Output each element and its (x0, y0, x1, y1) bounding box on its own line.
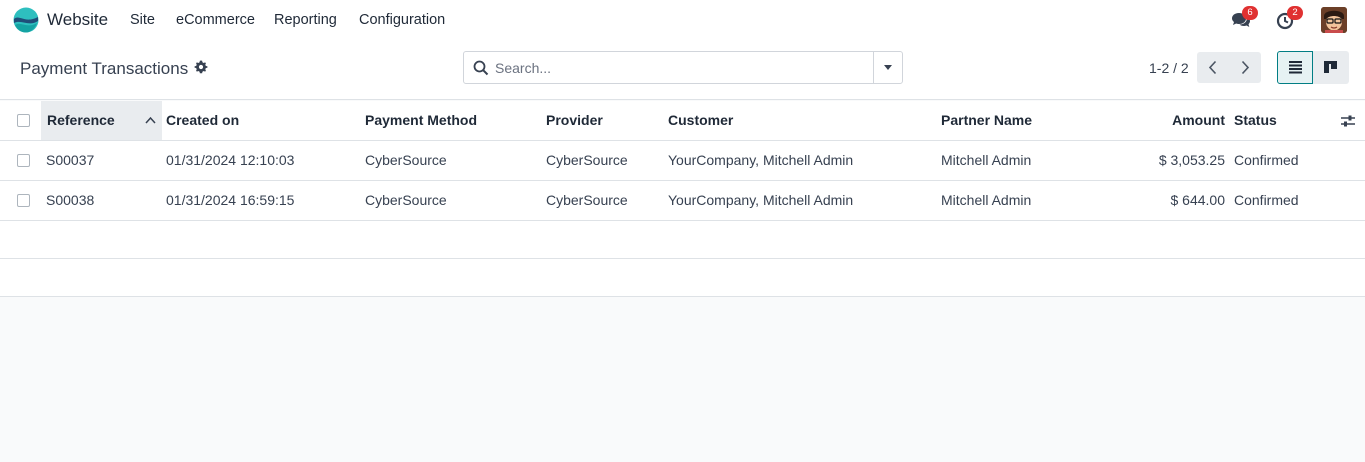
table-row[interactable]: S00038 01/31/2024 16:59:15 CyberSource C… (0, 181, 1365, 221)
sort-ascending-icon[interactable] (145, 115, 156, 126)
chevron-right-icon (1241, 60, 1250, 75)
column-header-payment-method[interactable]: Payment Method (365, 101, 477, 140)
optional-columns-icon[interactable] (1340, 113, 1356, 129)
cell-amount: $ 3,053.25 (1158, 152, 1225, 168)
search-icon (473, 60, 489, 76)
row-checkbox[interactable] (17, 194, 30, 207)
user-avatar[interactable] (1321, 7, 1347, 33)
cell-customer: YourCompany, Mitchell Admin (668, 152, 854, 168)
column-header-partner-name[interactable]: Partner Name (941, 101, 1032, 140)
menu-reporting[interactable]: Reporting (274, 12, 337, 28)
search-bar (463, 51, 903, 84)
page-title: Payment Transactions (20, 59, 189, 78)
activities-count-badge: 2 (1287, 6, 1303, 20)
caret-down-icon (884, 65, 892, 70)
app-name[interactable]: Website (47, 10, 108, 30)
row-checkbox[interactable] (17, 154, 30, 167)
cell-status: Confirmed (1234, 152, 1299, 168)
website-logo-icon[interactable] (13, 7, 39, 33)
column-header-status[interactable]: Status (1234, 101, 1277, 140)
messages-count-badge: 6 (1242, 6, 1258, 20)
gear-icon[interactable] (194, 60, 208, 74)
table-header-row: Reference Created on Payment Method Prov… (0, 101, 1365, 141)
top-navbar: Website Site eCommerce Reporting Configu… (0, 0, 1365, 40)
list-view-button[interactable] (1277, 51, 1313, 84)
cell-amount: $ 644.00 (1170, 192, 1226, 208)
cell-payment-method: CyberSource (365, 192, 447, 208)
list-view-icon (1289, 61, 1302, 74)
empty-table-row (0, 221, 1365, 259)
column-header-reference[interactable]: Reference (47, 101, 115, 140)
cell-reference: S00038 (46, 192, 95, 208)
cell-created-on: 01/31/2024 12:10:03 (166, 152, 295, 168)
table-row[interactable]: S00037 01/31/2024 12:10:03 CyberSource C… (0, 141, 1365, 181)
cell-partner-name: Mitchell Admin (941, 152, 1032, 168)
select-all-checkbox[interactable] (17, 114, 30, 127)
activities-button[interactable]: 2 (1276, 6, 1303, 32)
avatar-face-icon (1321, 7, 1347, 33)
column-header-created-on[interactable]: Created on (166, 101, 239, 140)
transactions-table: Reference Created on Payment Method Prov… (0, 101, 1365, 297)
control-panel: Payment Transactions 1-2 / 2 (0, 40, 1365, 100)
cell-created-on: 01/31/2024 16:59:15 (166, 192, 295, 208)
cell-reference: S00037 (46, 152, 95, 168)
kanban-view-icon (1324, 61, 1337, 73)
menu-site[interactable]: Site (130, 12, 155, 28)
menu-configuration[interactable]: Configuration (359, 12, 445, 28)
column-header-customer[interactable]: Customer (668, 101, 733, 140)
search-options-toggle[interactable] (873, 52, 902, 83)
search-input[interactable] (495, 52, 870, 83)
cell-customer: YourCompany, Mitchell Admin (668, 192, 854, 208)
column-header-amount[interactable]: Amount (1172, 101, 1225, 140)
cell-provider: CyberSource (546, 152, 628, 168)
kanban-view-button[interactable] (1313, 51, 1349, 84)
chevron-left-icon (1208, 60, 1217, 75)
cell-payment-method: CyberSource (365, 152, 447, 168)
empty-table-row (0, 259, 1365, 297)
cell-status: Confirmed (1234, 192, 1299, 208)
messages-button[interactable]: 6 (1231, 6, 1258, 32)
pager-previous-button[interactable] (1197, 52, 1229, 83)
menu-ecommerce[interactable]: eCommerce (176, 12, 255, 28)
cell-provider: CyberSource (546, 192, 628, 208)
column-header-provider[interactable]: Provider (546, 101, 603, 140)
cell-partner-name: Mitchell Admin (941, 192, 1032, 208)
pager-value[interactable]: 1-2 / 2 (1149, 60, 1189, 76)
pager-next-button[interactable] (1229, 52, 1261, 83)
